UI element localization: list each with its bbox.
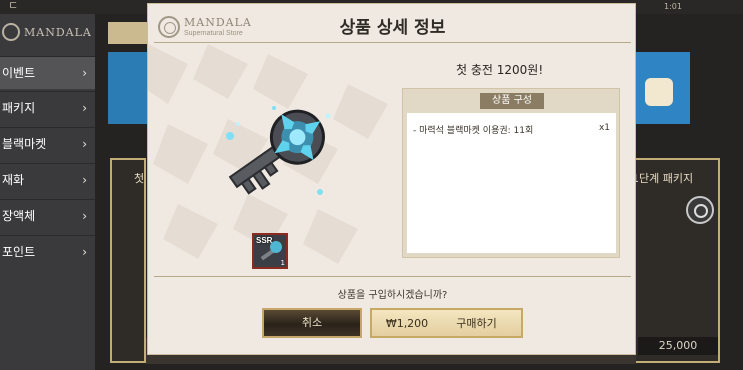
thumbs-up-icon — [645, 78, 673, 106]
blackmarket-key-icon — [226, 106, 331, 195]
zoom-icon[interactable] — [686, 196, 714, 224]
cancel-button-label: 취소 — [301, 316, 323, 329]
sidebar-item-label: 블랙마켓 — [2, 137, 47, 151]
item-thumb-quantity: 1 — [280, 259, 285, 267]
composition-panel: 상품 구성 - 마력석 블랙마켓 이용권: 11회 x1 — [402, 88, 620, 258]
chevron-right-icon: › — [82, 101, 87, 115]
product-card-title: 1단계 패키지 — [632, 172, 694, 185]
background-product-card[interactable]: 1단계 패키지 25,000 — [630, 158, 720, 363]
mandala-logo-icon — [2, 23, 20, 41]
background-product-card[interactable]: 첫 — [110, 158, 146, 363]
sidebar-item-label: 장액체 — [2, 209, 36, 223]
item-thumbnail[interactable]: SSR 1 — [252, 233, 288, 269]
sidebar-item-currency[interactable]: 재화 › — [0, 163, 95, 196]
cancel-button[interactable]: 취소 — [262, 308, 362, 338]
product-detail-modal: MANDALA Supernatural Store 상품 상세 정보 첫 충전… — [147, 3, 636, 355]
chevron-right-icon: › — [82, 245, 87, 259]
background-logo: MANDALA — [2, 20, 92, 44]
composition-item-name: - 마력석 블랙마켓 이용권: 11회 — [413, 126, 534, 136]
sidebar-item-label: 이벤트 — [2, 66, 36, 80]
background-banner — [108, 52, 148, 124]
topbar-glyph: ㄷ — [8, 0, 19, 12]
topbar-counter: 1:01 — [664, 2, 682, 11]
chevron-right-icon: › — [82, 173, 87, 187]
sidebar-item-label: 패키지 — [2, 101, 36, 115]
composition-item-qty: x1 — [598, 123, 610, 133]
divider — [154, 276, 631, 277]
sidebar-item-package[interactable]: 패키지 › — [0, 91, 95, 124]
sidebar-item-event[interactable]: 이벤트 › — [0, 56, 95, 89]
background-sidebar: MANDALA 이벤트 › 패키지 › 블랙마켓 › 재화 › 장액체 › 포인… — [0, 14, 95, 370]
product-card-title: 첫 — [134, 172, 145, 185]
purchase-price: ₩1,200 — [385, 316, 429, 330]
purchase-button[interactable]: ₩1,200 구매하기 — [370, 308, 523, 338]
sidebar-item-liquid[interactable]: 장액체 › — [0, 199, 95, 232]
sidebar-item-label: 재화 — [2, 173, 25, 187]
divider — [154, 42, 631, 43]
chevron-right-icon: › — [82, 137, 87, 151]
product-headline: 첫 충전 1200원! — [456, 63, 544, 77]
purchase-confirm-question: 상품을 구입하시겠습니까? — [337, 290, 448, 301]
chevron-right-icon: › — [82, 209, 87, 223]
sidebar-item-black-market[interactable]: 블랙마켓 › — [0, 127, 95, 160]
purchase-button-label: 구매하기 — [456, 317, 497, 330]
background-logo-text: MANDALA — [24, 25, 92, 39]
product-card-price: 25,000 — [638, 337, 718, 355]
sidebar-item-label: 포인트 — [2, 245, 36, 259]
sidebar-item-points[interactable]: 포인트 › — [0, 235, 95, 268]
modal-title: 상품 상세 정보 — [339, 18, 446, 38]
composition-list: - 마력석 블랙마켓 이용권: 11회 x1 — [407, 113, 616, 253]
chevron-right-icon: › — [82, 66, 87, 80]
list-item: - 마력석 블랙마켓 이용권: 11회 x1 — [413, 123, 610, 136]
composition-header: 상품 구성 — [480, 93, 544, 109]
